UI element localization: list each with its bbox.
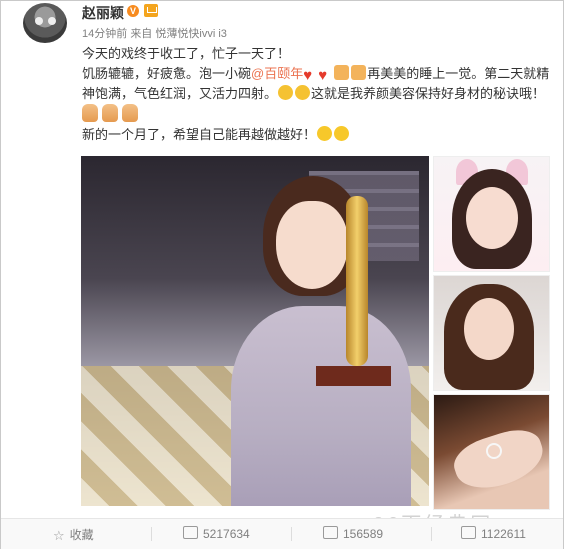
face [466, 187, 518, 249]
face [464, 298, 514, 360]
favorite-label: 收藏 [69, 528, 94, 542]
repost-button[interactable]: 5217634 [183, 526, 250, 541]
trophy-base [316, 366, 391, 386]
repost-icon [183, 526, 198, 539]
ring-icon [486, 443, 502, 459]
heart-emoji-icon: ♥ [318, 67, 328, 84]
post-text: 今天的戏终于收工了，忙子一天了！ 饥肠辘辘，好疲惫。泡一小碗@百颐年♥ ♥ 再美美的… [82, 44, 552, 145]
post-text-segment: 饥肠辘辘，好疲惫。泡一小碗 [82, 66, 252, 81]
shush-emoji-icon [278, 85, 294, 100]
avatar-eye [48, 17, 56, 25]
verified-badge-icon: V [127, 5, 139, 17]
post-line-2: 饥肠辘辘，好疲惫。泡一小碗@百颐年♥ ♥ 再美美的睡上一觉。第二天就精神饱满，气色红… [82, 64, 552, 104]
avatar-eye [35, 17, 43, 25]
post-time[interactable]: 14分钟前 [82, 28, 127, 40]
thumbnail-photo-1[interactable] [433, 156, 550, 272]
weibo-post: 赵丽颖 V 14分钟前 来自 悦薄悦快ivvi i3 今天的戏终于收工了，忙子一… [0, 0, 564, 549]
like-count: 1122611 [481, 527, 526, 541]
thumbnail-photo-2[interactable] [433, 275, 550, 391]
divider [431, 527, 432, 541]
comment-count: 156589 [343, 527, 384, 541]
post-source[interactable]: 悦薄悦快ivvi i3 [155, 28, 227, 40]
victory-hand-emoji-icon [122, 104, 138, 122]
post-line-1: 今天的戏终于收工了，忙子一天了！ [82, 46, 291, 61]
post-line-3: 新的一个月了，希望自己能再越做越好！ [82, 125, 552, 145]
post-text-segment: 新的一个月了，希望自己能再越做越好！ [82, 127, 317, 142]
victory-hand-emoji-icon [82, 104, 98, 122]
action-bar: ☆ 收藏 5217634 156589 1122611 [1, 518, 563, 549]
thumbnail-photo-3[interactable] [433, 394, 550, 510]
avatar[interactable] [23, 3, 67, 43]
user-name[interactable]: 赵丽颖 [82, 3, 124, 23]
person-figure [231, 176, 421, 506]
post-text-segment: 这就是我养颜美容保持好身材的秘诀哦！ [311, 86, 546, 101]
main-photo[interactable] [81, 156, 429, 506]
dress [231, 306, 411, 506]
star-icon: ☆ [53, 528, 65, 543]
shush-emoji-icon [295, 85, 311, 100]
victory-hand-emoji-icon [102, 104, 118, 122]
like-button[interactable]: 1122611 [461, 526, 526, 541]
comment-button[interactable]: 156589 [323, 526, 383, 541]
thumbs-up-emoji-icon [351, 65, 367, 80]
post-meta: 14分钟前 来自 悦薄悦快ivvi i3 [82, 25, 227, 41]
divider [291, 527, 292, 541]
divider [151, 527, 152, 541]
grin-emoji-icon [334, 126, 350, 141]
trophy-icon [346, 196, 368, 366]
post-line-emoji [82, 104, 552, 125]
mention-link[interactable]: @百颐年 [251, 66, 303, 81]
heart-emoji-icon: ♥ [303, 67, 313, 84]
thumbs-up-emoji-icon [334, 65, 350, 80]
thumb-up-icon [461, 526, 476, 539]
comment-icon [323, 526, 338, 539]
vip-crown-icon [144, 4, 158, 17]
favorite-button[interactable]: ☆ 收藏 [53, 526, 94, 543]
hand [448, 422, 549, 498]
repost-count: 5217634 [203, 527, 250, 541]
grin-emoji-icon [317, 126, 333, 141]
face [276, 201, 348, 289]
photo-thumbnails [433, 156, 550, 513]
source-prefix: 来自 [130, 28, 153, 40]
